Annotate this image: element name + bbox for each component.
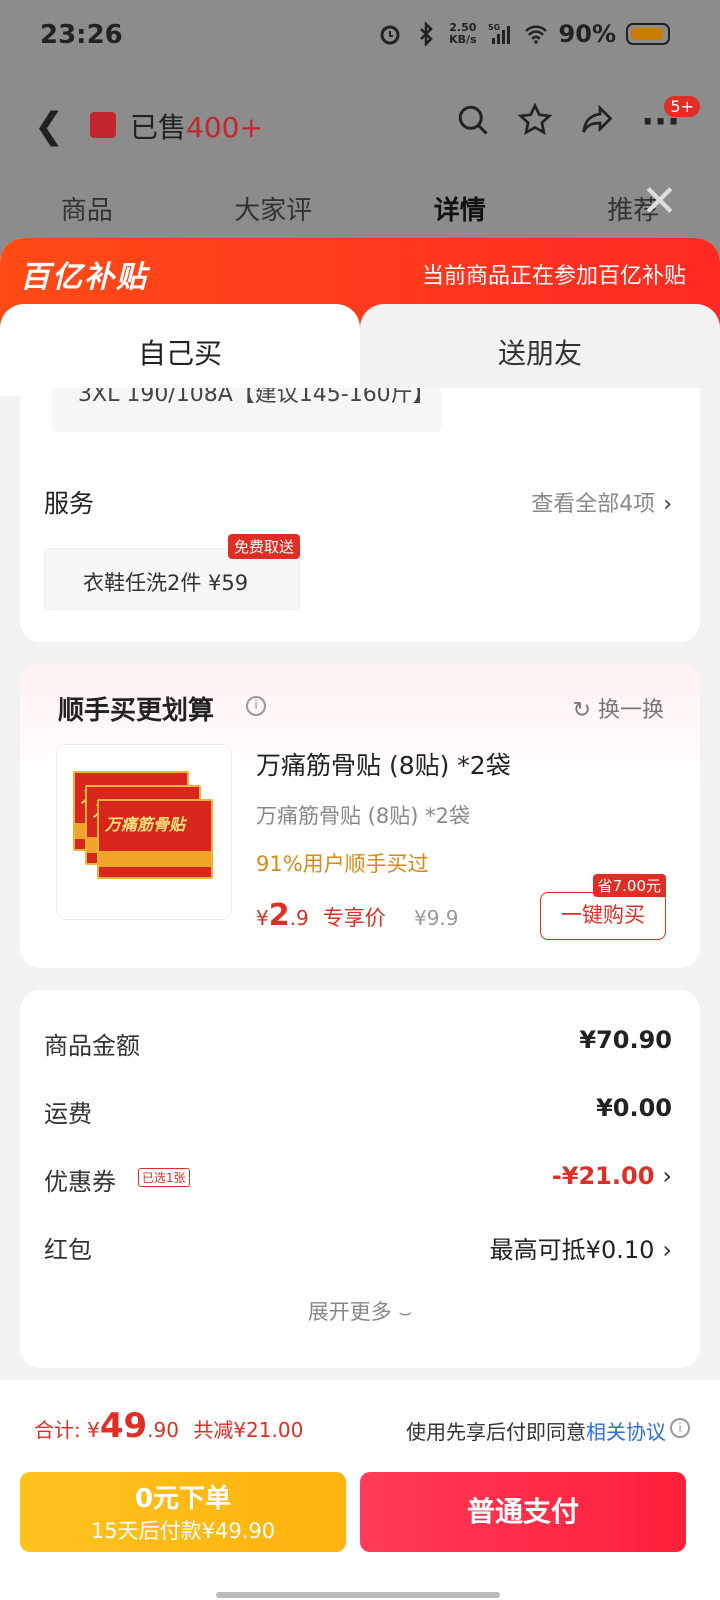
pay-later-button[interactable]: 0元下单 15天后付款¥49.90 xyxy=(20,1472,346,1552)
service-title: 服务 xyxy=(44,489,95,518)
row-red-packet[interactable]: 红包 最高可抵¥0.10 › xyxy=(44,1226,672,1266)
one-click-buy-button[interactable]: 一键购买 xyxy=(540,892,666,940)
product-subtitle: 万痛筋骨贴 (8贴) *2袋 xyxy=(256,804,470,828)
background-page: 23:26 2.50 KB/s 5G 90% ❮ 已售400+ ··· 5+ 商… xyxy=(0,0,720,250)
battery-percent: 90% xyxy=(558,20,616,48)
size-chip[interactable]: 3XL 190/108A【建议145-160斤】 xyxy=(52,388,442,432)
product-image[interactable]: 万痛筋骨贴 万痛筋骨贴 万痛筋骨贴 xyxy=(56,744,232,920)
share-icon[interactable] xyxy=(579,102,615,138)
alarm-icon xyxy=(380,25,400,45)
total-price: 合计: ¥49.90 共减¥21.00 xyxy=(34,1406,304,1446)
expand-more-button[interactable]: 展开更多 ⌣ xyxy=(20,1296,700,1326)
tab-gift[interactable]: 送朋友 xyxy=(360,304,720,396)
search-icon[interactable] xyxy=(455,102,491,138)
tab-goods: 商品 xyxy=(60,196,113,226)
addon-card: 顺手买更划算 i ↻ 换一换 万痛筋骨贴 万痛筋骨贴 万痛筋骨贴 万痛筋骨贴 (… xyxy=(20,664,700,968)
swap-button[interactable]: ↻ 换一换 xyxy=(573,692,664,724)
chevron-down-icon: ⌣ xyxy=(398,1300,413,1324)
net-speed: 2.50 KB/s xyxy=(449,21,477,46)
refresh-icon: ↻ xyxy=(572,698,598,723)
svg-text:5G: 5G xyxy=(488,23,500,32)
bag-icon xyxy=(90,112,116,138)
info-icon[interactable]: i xyxy=(670,1418,690,1438)
message-badge: 5+ xyxy=(664,96,700,117)
sold-count: 已售400+ xyxy=(130,111,263,144)
home-indicator[interactable] xyxy=(216,1592,500,1598)
chevron-right-icon: › xyxy=(663,492,672,517)
total-reduced: 共减¥21.00 xyxy=(193,1418,304,1442)
row-coupon[interactable]: 优惠券 已选1张 -¥21.00 › xyxy=(44,1158,672,1198)
row-goods-amount: 商品金额 ¥70.90 xyxy=(44,1026,672,1060)
summary-card: 商品金额 ¥70.90 运费 ¥0.00 优惠券 已选1张 -¥21.00 › 红… xyxy=(20,990,700,1368)
bg-tabs: 商品 大家评 详情 推荐 xyxy=(0,190,720,227)
wifi-icon xyxy=(524,25,547,44)
star-icon[interactable] xyxy=(517,102,553,138)
chevron-right-icon: › xyxy=(662,1162,672,1190)
agreement-link[interactable]: 相关协议 xyxy=(586,1420,666,1444)
product-price: ¥2.9 专享价 xyxy=(256,898,386,933)
save-tag: 省7.00元 xyxy=(592,874,666,897)
status-time: 23:26 xyxy=(40,20,123,50)
status-icons: 2.50 KB/s 5G 90% xyxy=(377,20,670,48)
back-icon[interactable]: ❮ xyxy=(34,106,64,147)
free-pickup-tag: 免费取送 xyxy=(228,534,301,559)
coupon-selected-tag: 已选1张 xyxy=(138,1168,190,1187)
agreement-text: 使用先享后付即同意相关协议 xyxy=(406,1420,666,1444)
tab-reviews: 大家评 xyxy=(234,196,313,226)
normal-pay-button[interactable]: 普通支付 xyxy=(360,1472,686,1552)
row-shipping: 运费 ¥0.00 xyxy=(44,1094,672,1128)
close-icon[interactable]: ✕ xyxy=(641,176,678,227)
status-bar: 23:26 2.50 KB/s 5G 90% xyxy=(0,0,720,76)
service-card: 3XL 190/108A【建议145-160斤】 服务 查看全部4项 › 衣鞋任洗… xyxy=(20,388,700,642)
cellular-signal-icon: 5G xyxy=(488,23,510,44)
chevron-right-icon: › xyxy=(662,1236,672,1264)
tab-details: 详情 xyxy=(433,196,486,226)
info-icon[interactable]: i xyxy=(246,696,266,716)
bluetooth-icon xyxy=(420,22,433,46)
addon-title: 顺手买更划算 xyxy=(58,696,215,726)
bottom-bar: 合计: ¥49.90 共减¥21.00 使用先享后付即同意相关协议 i 0元下单… xyxy=(0,1380,720,1600)
subsidy-text: 当前商品正在参加百亿补贴 xyxy=(421,264,686,289)
original-price: ¥9.9 xyxy=(414,906,459,930)
service-view-all[interactable]: 查看全部4项 › xyxy=(531,486,672,518)
purchase-rate: 91%用户顺手买过 xyxy=(256,852,429,876)
top-nav: ❮ 已售400+ ··· 5+ xyxy=(0,90,720,160)
tab-self[interactable]: 自己买 xyxy=(0,304,360,396)
product-name: 万痛筋骨贴 (8贴) *2袋 xyxy=(256,751,511,780)
buy-mode-tabs: 送朋友 自己买 xyxy=(0,304,720,396)
battery-icon xyxy=(626,23,670,45)
subsidy-logo: 百亿补贴 xyxy=(20,260,148,295)
